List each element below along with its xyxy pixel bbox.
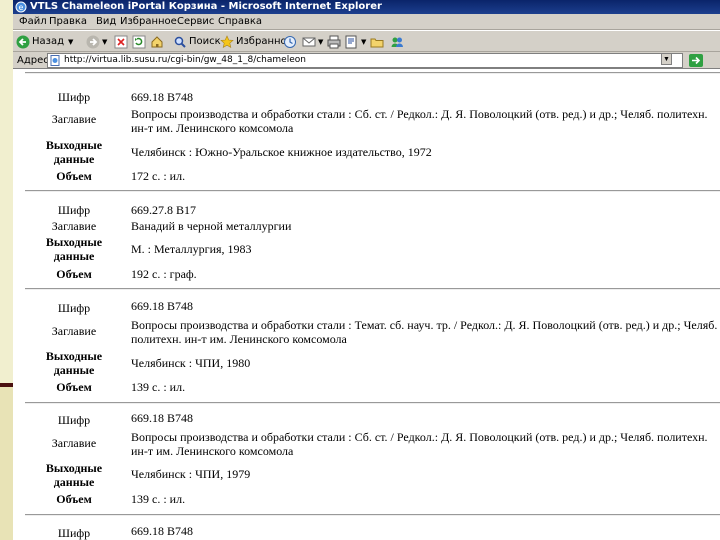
record-divider [25,288,720,290]
title-value: Вопросы производства и обработки стали :… [131,430,708,458]
home-icon [151,35,163,47]
imprint-label: Выходные данные [45,138,103,166]
print-icon [327,35,341,48]
imprint-value: Челябинск : ЧПИ, 1980 [131,356,251,370]
address-url: http://virtua.lib.susu.ru/cgi-bin/gw_48_… [64,55,306,65]
title-bar[interactable]: e VTLS Chameleon iPortal Корзина - Micro… [13,0,720,14]
title-label: Заглавие [51,436,97,450]
slide-lower-panel [0,387,13,540]
forward-button[interactable]: ▼ [86,34,107,49]
discuss-button[interactable] [370,34,386,49]
address-label: Адрес [17,55,49,66]
imprint-label: Выходные данные [45,461,103,489]
page-icon [50,55,60,66]
menu-file[interactable]: Файл [19,16,47,27]
browser-window: e VTLS Chameleon iPortal Корзина - Micro… [13,0,720,540]
mail-icon [302,37,316,46]
stop-icon [114,35,128,48]
back-arrow-icon [16,35,30,48]
menu-favorites[interactable]: Избранное [120,16,177,27]
address-dropdown-icon[interactable]: ▼ [661,53,672,65]
volume-label: Объем [56,380,92,394]
search-button[interactable]: Поиск [173,34,221,49]
code-value: 669.18 В748 [131,90,194,104]
address-input[interactable]: http://virtua.lib.susu.ru/cgi-bin/gw_48_… [47,53,683,68]
imprint-label: Выходные данные [45,349,103,377]
volume-value: 172 с. : ил. [131,169,186,183]
history-icon [284,35,296,48]
stop-button[interactable] [114,34,130,49]
volume-label: Объем [56,267,92,281]
record-divider [25,514,720,516]
record-divider [25,190,720,192]
go-arrow-icon[interactable] [689,54,703,67]
ie-logo-icon: e [15,1,27,13]
menu-bar: Файл Правка Вид Избранное Сервис Справка [13,14,720,30]
window-title: VTLS Chameleon iPortal Корзина - Microso… [30,1,382,12]
svg-text:e: e [19,3,24,12]
volume-value: 139 с. : ил. [131,492,186,506]
title-value: Ванадий в черной металлургии [131,219,292,233]
volume-label: Объем [56,169,92,183]
code-value: 669.18 В748 [131,299,194,313]
menu-tools[interactable]: Сервис [177,16,214,27]
menu-view[interactable]: Вид [96,16,116,27]
title-label: Заглавие [51,219,97,233]
mail-dropdown-icon[interactable]: ▼ [318,38,323,46]
home-button[interactable] [150,34,166,49]
title-label: Заглавие [51,112,97,126]
title-value: Вопросы производства и обработки стали :… [131,107,708,135]
title-value: Вопросы производства и обработки стали :… [131,318,718,346]
record-divider [25,402,720,404]
code-value: 669.18 В748 [131,411,194,425]
search-icon [174,36,186,48]
edit-button[interactable]: ▼ [345,34,366,49]
page-content: Шифр 669.18 В748 Заглавие Вопросы произв… [13,70,720,540]
code-value: 669.27.8 В17 [131,203,197,217]
toolbar: Назад ▼ ▼ Поиск Избранное ▼ ▼ [13,31,720,52]
edit-dropdown-icon[interactable]: ▼ [361,38,366,46]
favorites-button[interactable]: Избранное [220,34,293,49]
back-button[interactable]: Назад ▼ [16,34,73,49]
imprint-label: Выходные данные [45,235,103,263]
edit-page-icon [345,35,357,48]
record-divider [25,72,720,74]
refresh-button[interactable] [132,34,148,49]
history-button[interactable] [283,34,299,49]
print-button[interactable] [327,34,343,49]
messenger-icon [391,37,403,47]
folder-icon [370,38,384,47]
messenger-button[interactable] [390,34,406,49]
mail-button[interactable]: ▼ [302,34,323,49]
refresh-icon [132,35,146,48]
slide-background-strip [0,0,13,540]
imprint-value: М. : Металлургия, 1983 [131,242,252,256]
favorites-star-icon [220,34,234,48]
forward-dropdown-icon[interactable]: ▼ [102,38,107,46]
back-dropdown-icon[interactable]: ▼ [68,38,73,46]
code-label: Шифр [57,413,91,427]
title-label: Заглавие [51,324,97,338]
imprint-value: Челябинск : Южно-Уральское книжное издат… [131,145,432,159]
volume-value: 139 с. : ил. [131,380,186,394]
code-value: 669.18 В748 [131,524,194,538]
code-label: Шифр [57,203,91,217]
forward-arrow-icon [86,35,100,48]
imprint-value: Челябинск : ЧПИ, 1979 [131,467,251,481]
volume-label: Объем [56,492,92,506]
menu-edit[interactable]: Правка [49,16,87,27]
code-label: Шифр [57,90,91,104]
menu-help[interactable]: Справка [218,16,262,27]
volume-value: 192 с. : граф. [131,267,197,281]
code-label: Шифр [57,526,91,540]
address-bar: Адрес http://virtua.lib.susu.ru/cgi-bin/… [13,52,720,69]
code-label: Шифр [57,301,91,315]
